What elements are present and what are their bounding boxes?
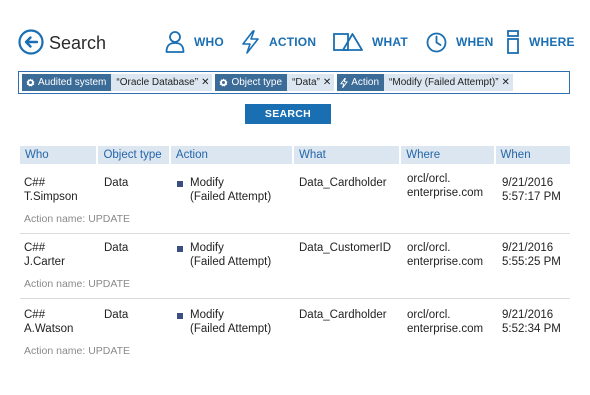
gear-icon <box>219 78 229 87</box>
filter-chip-action: Action “Modify (Failed Attempt)” ✕ <box>337 74 513 91</box>
where-line-1: orcl/orcl. <box>407 173 451 185</box>
lightning-icon <box>340 77 348 88</box>
who-user: A.Watson <box>24 323 74 335</box>
object-type: Data <box>104 242 129 254</box>
remove-filter-icon[interactable]: ✕ <box>502 77 510 88</box>
what-object: Data_Cardholder <box>299 177 387 189</box>
table-row[interactable]: C## J.Carter Data Modify (Failed Attempt… <box>20 234 570 299</box>
back-arrow-icon <box>18 29 44 55</box>
who-domain: C## <box>24 309 46 321</box>
column-header-object-type[interactable]: Object type <box>98 146 169 164</box>
when-time: 5:55:25 PM <box>502 256 561 268</box>
remove-filter-icon[interactable]: ✕ <box>201 77 209 88</box>
what-object: Data_Cardholder <box>299 309 387 321</box>
where-line-2: enterprise.com <box>407 256 484 268</box>
search-button[interactable]: SEARCH <box>245 104 331 124</box>
action-marker <box>177 246 183 252</box>
filter-chip-audited-system: Audited system “Oracle Database” ✕ <box>22 74 213 91</box>
column-header-action[interactable]: Action <box>170 146 293 164</box>
when-date: 9/21/2016 <box>502 242 554 254</box>
nav-action-label: ACTION <box>269 35 317 49</box>
who-domain: C## <box>24 177 46 189</box>
table-row[interactable]: C## T.Simpson Data Modify (Failed Attemp… <box>20 170 570 234</box>
filter-bar[interactable]: Audited system “Oracle Database” ✕ Objec… <box>18 71 570 94</box>
when-time: 5:57:17 PM <box>502 191 561 203</box>
page-title: Search <box>49 33 107 53</box>
when-time: 5:52:34 PM <box>502 323 561 335</box>
column-header-when[interactable]: When <box>495 146 570 164</box>
clock-icon <box>426 32 447 52</box>
search-header: Search WHO ACTION WHAT WHEN WHERE <box>0 0 590 70</box>
action-marker <box>177 181 183 187</box>
who-user: J.Carter <box>24 256 65 268</box>
action-line-2: (Failed Attempt) <box>190 256 272 268</box>
filter-chip-object-type: Object type “Data” ✕ <box>215 74 335 91</box>
filter-value: “Data” <box>292 77 320 88</box>
column-header-what[interactable]: What <box>294 146 400 164</box>
column-header-who[interactable]: Who <box>20 146 97 164</box>
filter-value: “Modify (Failed Attempt)” <box>389 77 499 88</box>
nav-when[interactable]: WHEN <box>426 28 493 56</box>
filter-key-label: Action <box>351 77 380 88</box>
nav-where-label: WHERE <box>529 35 575 49</box>
object-type: Data <box>104 177 129 189</box>
nav-when-label: WHEN <box>456 35 494 49</box>
nav-action[interactable]: ACTION <box>241 28 316 56</box>
nav-who[interactable]: WHO <box>165 28 224 56</box>
person-icon <box>165 31 185 53</box>
action-name: Action name: UPDATE <box>24 278 131 290</box>
shapes-icon <box>333 33 363 51</box>
column-header-where[interactable]: Where <box>401 146 494 164</box>
back-button[interactable] <box>18 29 44 55</box>
nav-what-label: WHAT <box>372 35 408 49</box>
remove-filter-icon[interactable]: ✕ <box>323 77 331 88</box>
action-line-1: Modify <box>190 309 224 321</box>
where-line-2: enterprise.com <box>407 187 484 199</box>
nav-where[interactable]: WHERE <box>506 28 575 56</box>
action-line-1: Modify <box>190 242 224 254</box>
filter-key-label: Object type <box>231 77 283 88</box>
lightning-icon <box>242 30 259 54</box>
who-domain: C## <box>24 242 46 254</box>
action-name: Action name: UPDATE <box>24 345 131 357</box>
results-table-header: Who Object type Action What Where When <box>20 146 570 164</box>
action-name: Action name: UPDATE <box>24 213 131 225</box>
filter-key-label: Audited system <box>38 77 107 88</box>
what-object: Data_CustomerID <box>299 242 392 254</box>
when-date: 9/21/2016 <box>502 177 554 189</box>
nav-what[interactable]: WHAT <box>333 28 408 56</box>
who-user: T.Simpson <box>24 191 78 203</box>
server-icon <box>507 30 519 54</box>
action-line-2: (Failed Attempt) <box>190 191 272 203</box>
where-line-2: enterprise.com <box>407 323 484 335</box>
table-row[interactable]: C## A.Watson Data Modify (Failed Attempt… <box>20 299 570 367</box>
when-date: 9/21/2016 <box>502 309 554 321</box>
filter-value: “Oracle Database” <box>116 77 199 88</box>
where-line-1: orcl/orcl. <box>407 309 451 321</box>
where-line-1: orcl/orcl. <box>407 242 451 254</box>
object-type: Data <box>104 309 129 321</box>
gear-icon <box>26 78 35 87</box>
action-marker <box>177 313 183 319</box>
action-line-2: (Failed Attempt) <box>190 323 272 335</box>
action-line-1: Modify <box>190 177 224 189</box>
nav-who-label: WHO <box>194 35 224 49</box>
